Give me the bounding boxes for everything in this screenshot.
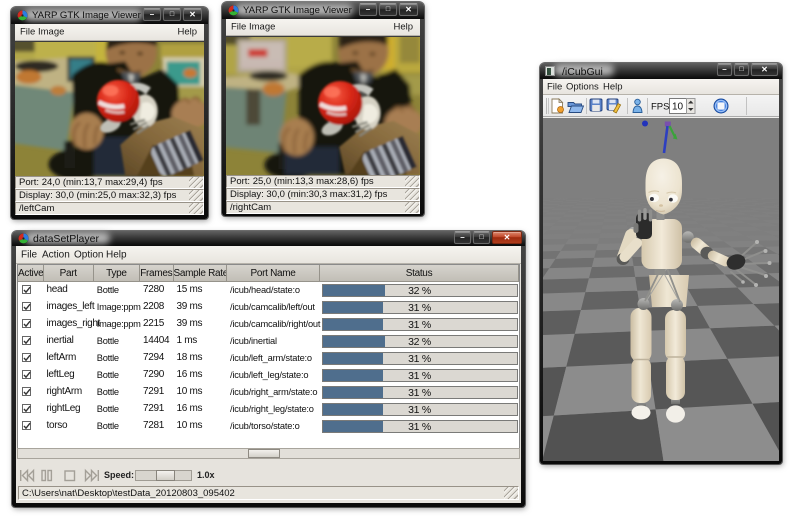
svg-text:10: 10 [672,102,684,113]
svg-text:FPS:: FPS: [651,102,672,113]
